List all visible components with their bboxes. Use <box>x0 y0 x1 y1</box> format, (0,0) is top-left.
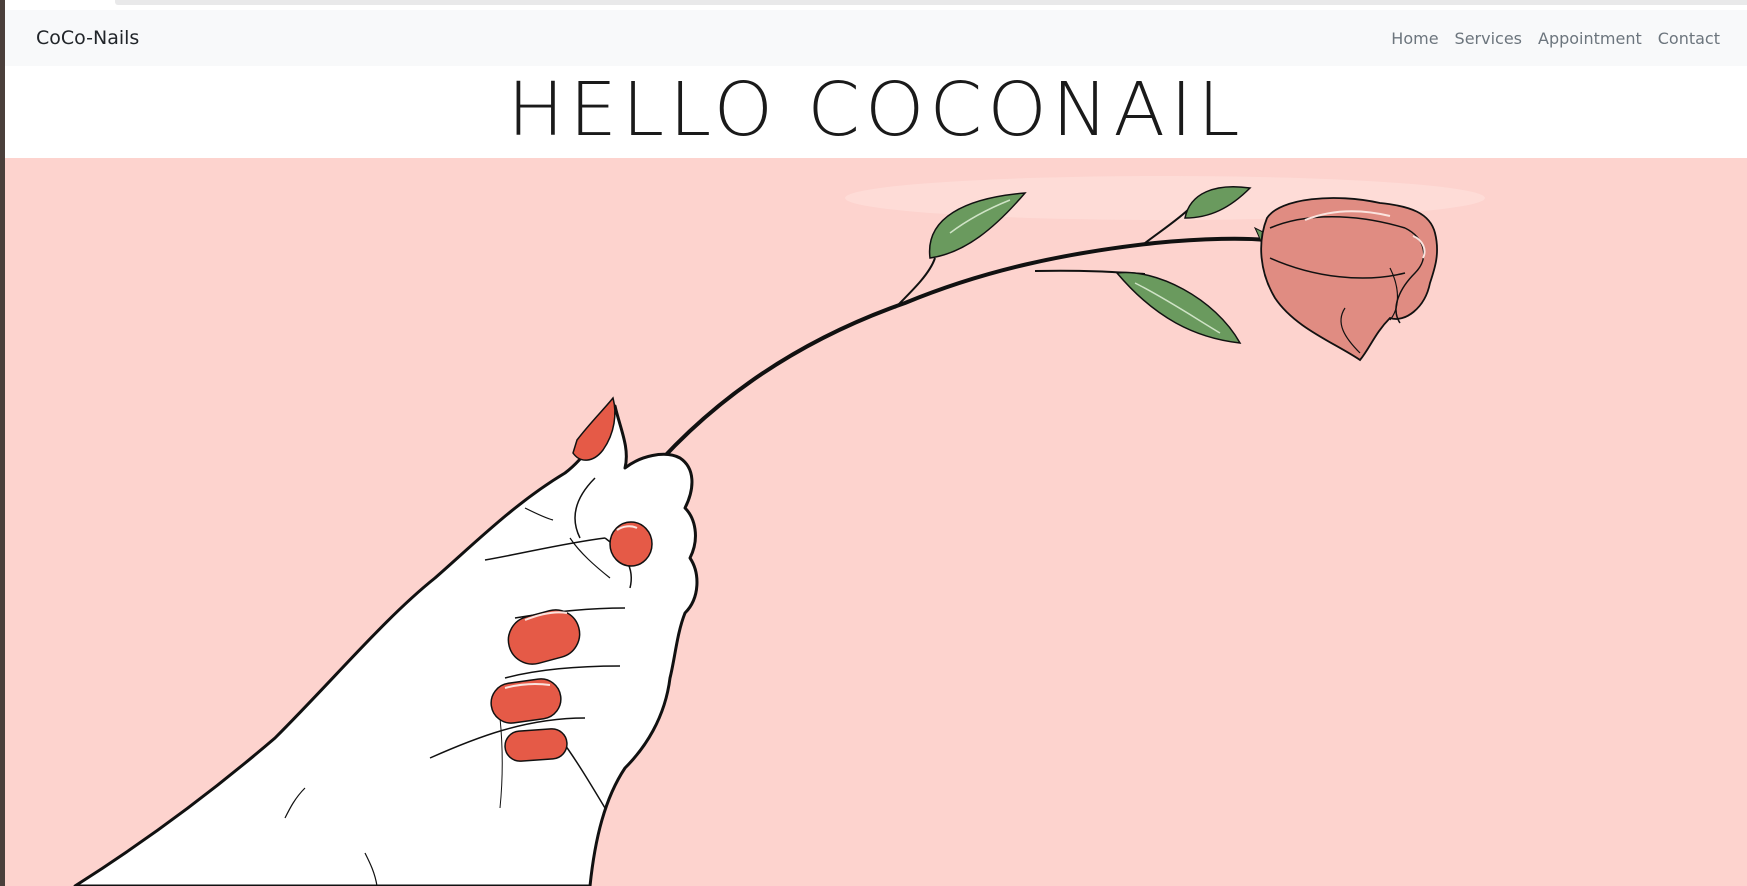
horizontal-scrollbar[interactable] <box>115 0 1747 5</box>
rose-bud <box>1260 197 1438 362</box>
hero-illustration <box>5 158 1747 886</box>
browser-top-strip <box>5 0 1747 10</box>
nav-link-services[interactable]: Services <box>1455 29 1522 48</box>
nav-link-contact[interactable]: Contact <box>1658 29 1720 48</box>
brand-link[interactable]: CoCo-Nails <box>36 27 139 49</box>
hero-title-bar: HELLO COCONAIL <box>5 66 1747 158</box>
nav-link-appointment[interactable]: Appointment <box>1538 29 1642 48</box>
hero-title: HELLO COCONAIL <box>507 67 1245 153</box>
hand <box>73 404 699 886</box>
nav-links: Home Services Appointment Contact <box>1391 29 1720 48</box>
navbar: CoCo-Nails Home Services Appointment Con… <box>5 10 1747 66</box>
hand-with-rose-illustration <box>73 176 1485 886</box>
nav-link-home[interactable]: Home <box>1391 29 1438 48</box>
